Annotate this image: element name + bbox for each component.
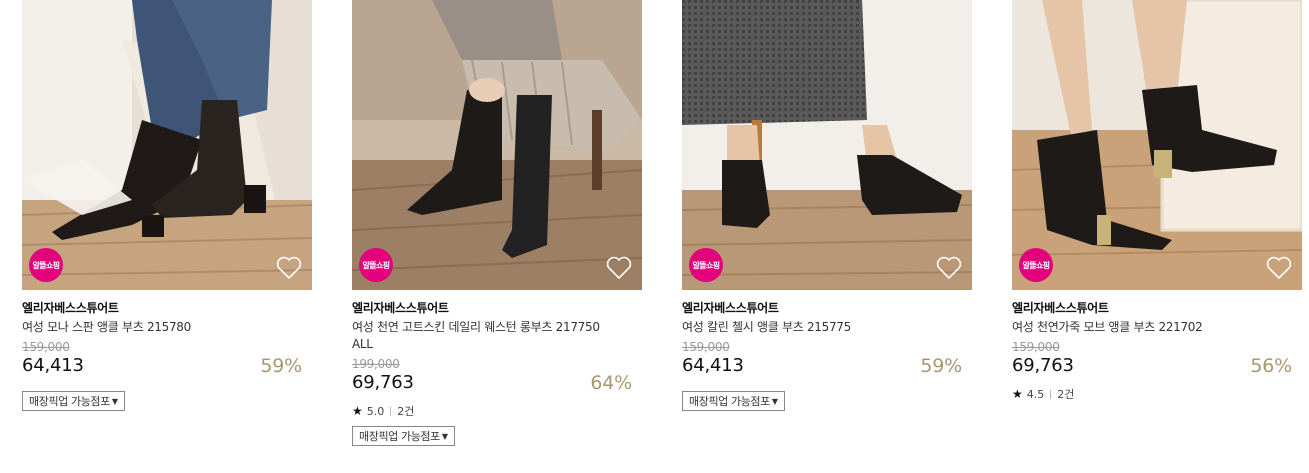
product-name[interactable]: 여성 천연가죽 모브 앵클 부츠 221702 bbox=[1012, 319, 1282, 336]
product-image[interactable]: 알뜰쇼핑 bbox=[682, 0, 972, 290]
original-price: 159,000 bbox=[22, 340, 70, 354]
sale-price: 64,413 bbox=[682, 355, 744, 376]
rating-summary: ★ 4.5 2건 bbox=[1012, 386, 1074, 402]
sale-price: 64,413 bbox=[22, 355, 84, 376]
heart-icon[interactable] bbox=[936, 256, 962, 280]
product-name[interactable]: 여성 천연 고트스킨 데일리 웨스턴 롱부츠 217750 ALL bbox=[352, 319, 622, 353]
heart-icon[interactable] bbox=[606, 256, 632, 280]
discount-rate: 59% bbox=[920, 355, 962, 377]
sale-price: 69,763 bbox=[352, 372, 414, 393]
deal-badge: 알뜰쇼핑 bbox=[1019, 248, 1053, 282]
discount-rate: 64% bbox=[590, 372, 632, 394]
discount-rate: 59% bbox=[260, 355, 302, 377]
original-price: 159,000 bbox=[682, 340, 730, 354]
rating-summary: ★ 5.0 2건 bbox=[352, 403, 414, 419]
caret-down-icon: ▼ bbox=[771, 396, 778, 406]
product-card[interactable]: 알뜰쇼핑 엘리자베스스튜어트 여성 천연 고트스킨 데일리 웨스턴 롱부츠 21… bbox=[352, 0, 642, 446]
product-card[interactable]: 알뜰쇼핑 엘리자베스스튜어트 여성 천연가죽 모브 앵클 부츠 221702 1… bbox=[1012, 0, 1302, 401]
product-image[interactable]: 알뜰쇼핑 bbox=[1012, 0, 1302, 290]
rating-score: 5.0 bbox=[366, 404, 385, 418]
rating-score: 4.5 bbox=[1026, 387, 1045, 401]
original-price: 159,000 bbox=[1012, 340, 1060, 354]
heart-icon[interactable] bbox=[1266, 256, 1292, 280]
deal-badge: 알뜰쇼핑 bbox=[359, 248, 393, 282]
star-icon: ★ bbox=[352, 404, 363, 418]
heart-icon[interactable] bbox=[276, 256, 302, 280]
caret-down-icon: ▼ bbox=[441, 431, 448, 441]
discount-rate: 56% bbox=[1250, 355, 1292, 377]
product-image[interactable]: 알뜰쇼핑 bbox=[352, 0, 642, 290]
store-pickup-label: 매장픽업 가능점포 bbox=[359, 430, 440, 443]
product-name[interactable]: 여성 모나 스판 앵클 부츠 215780 bbox=[22, 319, 292, 336]
review-count: 2건 bbox=[1057, 388, 1075, 401]
review-count: 2건 bbox=[397, 405, 415, 418]
product-card[interactable]: 알뜰쇼핑 엘리자베스스튜어트 여성 모나 스판 앵클 부츠 215780 159… bbox=[22, 0, 312, 411]
product-card[interactable]: 알뜰쇼핑 엘리자베스스튜어트 여성 칼린 첼시 앵클 부츠 215775 159… bbox=[682, 0, 972, 411]
product-name[interactable]: 여성 칼린 첼시 앵클 부츠 215775 bbox=[682, 319, 952, 336]
caret-down-icon: ▼ bbox=[111, 396, 118, 406]
product-image[interactable]: 알뜰쇼핑 bbox=[22, 0, 312, 290]
sale-price: 69,763 bbox=[1012, 355, 1074, 376]
brand-name[interactable]: 엘리자베스스튜어트 bbox=[682, 299, 779, 316]
brand-name[interactable]: 엘리자베스스튜어트 bbox=[1012, 299, 1109, 316]
brand-name[interactable]: 엘리자베스스튜어트 bbox=[22, 299, 119, 316]
deal-badge: 알뜰쇼핑 bbox=[689, 248, 723, 282]
brand-name[interactable]: 엘리자베스스튜어트 bbox=[352, 299, 449, 316]
divider bbox=[1050, 389, 1052, 399]
store-pickup-label: 매장픽업 가능점포 bbox=[29, 395, 110, 408]
store-pickup-dropdown[interactable]: 매장픽업 가능점포 ▼ bbox=[682, 391, 785, 411]
deal-badge: 알뜰쇼핑 bbox=[29, 248, 63, 282]
original-price: 199,000 bbox=[352, 357, 400, 371]
divider bbox=[390, 406, 392, 416]
store-pickup-dropdown[interactable]: 매장픽업 가능점포 ▼ bbox=[352, 426, 455, 446]
store-pickup-dropdown[interactable]: 매장픽업 가능점포 ▼ bbox=[22, 391, 125, 411]
star-icon: ★ bbox=[1012, 387, 1023, 401]
store-pickup-label: 매장픽업 가능점포 bbox=[689, 395, 770, 408]
